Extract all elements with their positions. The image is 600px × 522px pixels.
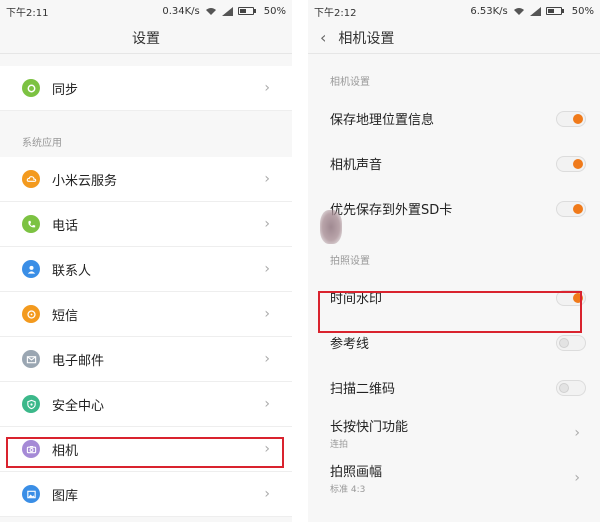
settings-item-sync[interactable]: 同步 › [0,66,292,111]
setting-time-watermark[interactable]: 时间水印 [308,275,600,320]
settings-item-contacts[interactable]: 联系人 › [0,247,292,292]
setting-grid-lines[interactable]: 参考线 [308,320,600,365]
watermark-toggle[interactable] [556,289,586,306]
qr-scan-toggle[interactable] [556,379,586,396]
mail-icon [22,350,40,368]
setting-label: 扫描二维码 [330,382,396,397]
section-header: 相机设置 [330,77,370,88]
grid-lines-toggle[interactable] [556,334,586,351]
shield-icon [22,395,40,413]
settings-item-label: 电话 [52,218,79,234]
network-speed: 6.53K/s [470,5,508,17]
settings-item-label: 同步 [52,82,79,98]
phone-icon [22,215,40,233]
settings-item-phone[interactable]: 电话 › [0,202,292,247]
chevron-right-icon: › [264,351,270,367]
settings-item-mi-cloud[interactable]: 小米云服务 › [0,157,292,202]
settings-item-messages[interactable]: 短信 › [0,292,292,337]
header-bar: ‹ 相机设置 [308,22,600,54]
cloud-icon [22,170,40,188]
settings-item-label: 小米云服务 [52,173,118,189]
section-header: 拍照设置 [330,256,370,267]
battery-icon [545,7,567,15]
setting-value: 连拍 [330,439,349,450]
battery-icon [237,7,259,15]
page-title: 相机设置 [338,30,395,47]
sd-card-toggle[interactable] [556,200,586,217]
blurred-artifact [320,210,342,244]
setting-label: 参考线 [330,337,370,352]
settings-item-label: 联系人 [52,263,92,279]
settings-item-camera[interactable]: 相机 › [0,427,292,472]
setting-value: 标准 4:3 [330,484,366,495]
battery-level: 50% [571,5,594,17]
sound-toggle[interactable] [556,155,586,172]
status-bar: 下午2:12 6.53K/s 50% [308,0,600,22]
settings-item-label: 短信 [52,308,79,324]
settings-item-label: 相机 [52,443,79,459]
setting-label: 拍照画幅 [330,464,383,480]
back-arrow-icon[interactable]: ‹ [320,29,326,46]
camera-settings-screen: 下午2:12 6.53K/s 50% ‹ 相机设置 相机设置 保存地理位置信息 … [308,0,600,522]
chevron-right-icon: › [264,441,270,457]
setting-label: 保存地理位置信息 [330,113,435,128]
location-toggle[interactable] [556,110,586,127]
contact-icon [22,260,40,278]
setting-save-sd[interactable]: 优先保存到外置SD卡 [308,186,600,231]
chevron-right-icon: › [264,261,270,277]
setting-label: 优先保存到外置SD卡 [330,203,453,218]
status-time: 下午2:12 [314,7,357,19]
status-time: 下午2:11 [6,7,49,19]
chevron-right-icon: › [264,171,270,187]
chevron-right-icon: › [264,396,270,412]
message-icon [22,305,40,323]
wifi-icon [513,7,524,15]
settings-item-label: 电子邮件 [52,353,105,369]
signal-icon [221,6,233,16]
signal-icon [529,6,541,16]
status-bar: 下午2:11 0.34K/s 50% [0,0,292,22]
gallery-icon [22,485,40,503]
settings-item-security[interactable]: 安全中心 › [0,382,292,427]
setting-label: 长按快门功能 [330,419,409,435]
battery-level: 50% [263,5,286,17]
setting-shutter-long-press[interactable]: 长按快门功能 连拍 › [308,410,600,455]
chevron-right-icon: › [574,469,580,486]
section-header: 系统应用 [22,138,62,149]
setting-label: 相机声音 [330,158,383,173]
setting-scan-qr[interactable]: 扫描二维码 [308,365,600,410]
camera-icon [22,440,40,458]
chevron-right-icon: › [574,424,580,441]
chevron-right-icon: › [264,486,270,502]
sync-icon [22,79,40,97]
network-speed: 0.34K/s [162,5,200,17]
chevron-right-icon: › [264,80,270,96]
setting-label: 时间水印 [330,292,383,307]
settings-item-email[interactable]: 电子邮件 › [0,337,292,382]
settings-item-label: 图库 [52,488,79,504]
chevron-right-icon: › [264,216,270,232]
settings-screen: 下午2:11 0.34K/s 50% 设置 同步 › 系统应用 小米云服务 › … [0,0,292,522]
setting-camera-sound[interactable]: 相机声音 [308,141,600,186]
wifi-icon [205,7,216,15]
settings-item-gallery[interactable]: 图库 › [0,472,292,517]
settings-item-label: 安全中心 [52,398,105,414]
setting-photo-ratio[interactable]: 拍照画幅 标准 4:3 › [308,455,600,500]
setting-save-location[interactable]: 保存地理位置信息 [308,96,600,141]
chevron-right-icon: › [264,306,270,322]
page-title: 设置 [0,22,292,54]
